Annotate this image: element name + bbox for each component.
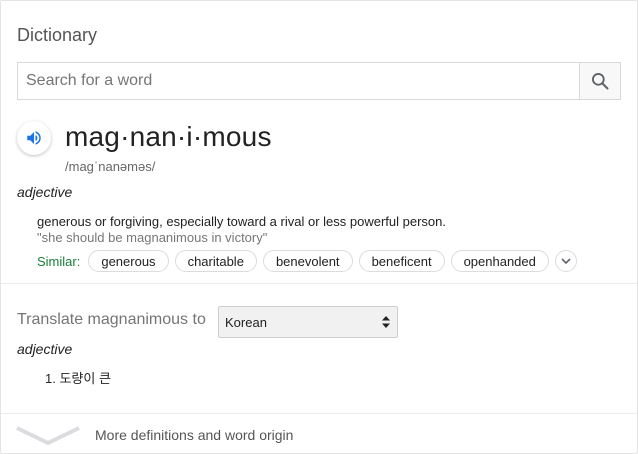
similar-chip[interactable]: beneficent xyxy=(358,250,445,272)
similar-words: Similar: generous charitable benevolent … xyxy=(37,250,577,272)
search-box xyxy=(17,62,621,100)
more-definitions-link[interactable]: More definitions and word origin xyxy=(95,427,293,443)
speaker-icon xyxy=(27,131,41,145)
headword: mag·nan·i·mous xyxy=(65,121,272,152)
definition: generous or forgiving, especially toward… xyxy=(37,214,446,229)
similar-chip[interactable]: charitable xyxy=(174,250,257,272)
pronunciation-button[interactable] xyxy=(17,121,51,155)
part-of-speech: adjective xyxy=(17,184,73,200)
expand-similar-button[interactable] xyxy=(554,250,577,272)
similar-label: Similar: xyxy=(37,253,81,269)
search-input[interactable] xyxy=(18,63,579,99)
similar-chip[interactable]: benevolent xyxy=(262,250,353,272)
translation-item: 1. 도량이 큰 xyxy=(45,371,111,386)
dictionary-card: Dictionary mag·nan·i·mous /maɡˈnanəməs/ … xyxy=(0,0,638,454)
chevron-down-icon xyxy=(561,258,571,265)
translate-label: Translate magnanimous to xyxy=(17,311,206,328)
similar-chip[interactable]: generous xyxy=(88,250,169,272)
example-sentence: "she should be magnanimous in victory" xyxy=(37,230,268,245)
expand-chevron-icon[interactable] xyxy=(15,424,81,446)
translation-part-of-speech: adjective xyxy=(17,341,73,357)
select-arrows-icon xyxy=(382,316,390,328)
divider xyxy=(1,283,637,284)
card-title: Dictionary xyxy=(17,25,98,45)
language-value: Korean xyxy=(225,314,267,330)
search-button[interactable] xyxy=(579,63,620,99)
language-select[interactable]: Korean xyxy=(218,306,398,338)
phonetic: /maɡˈnanəməs/ xyxy=(65,159,156,174)
divider xyxy=(1,413,637,414)
similar-chip[interactable]: openhanded xyxy=(450,250,549,272)
search-icon xyxy=(592,73,609,90)
